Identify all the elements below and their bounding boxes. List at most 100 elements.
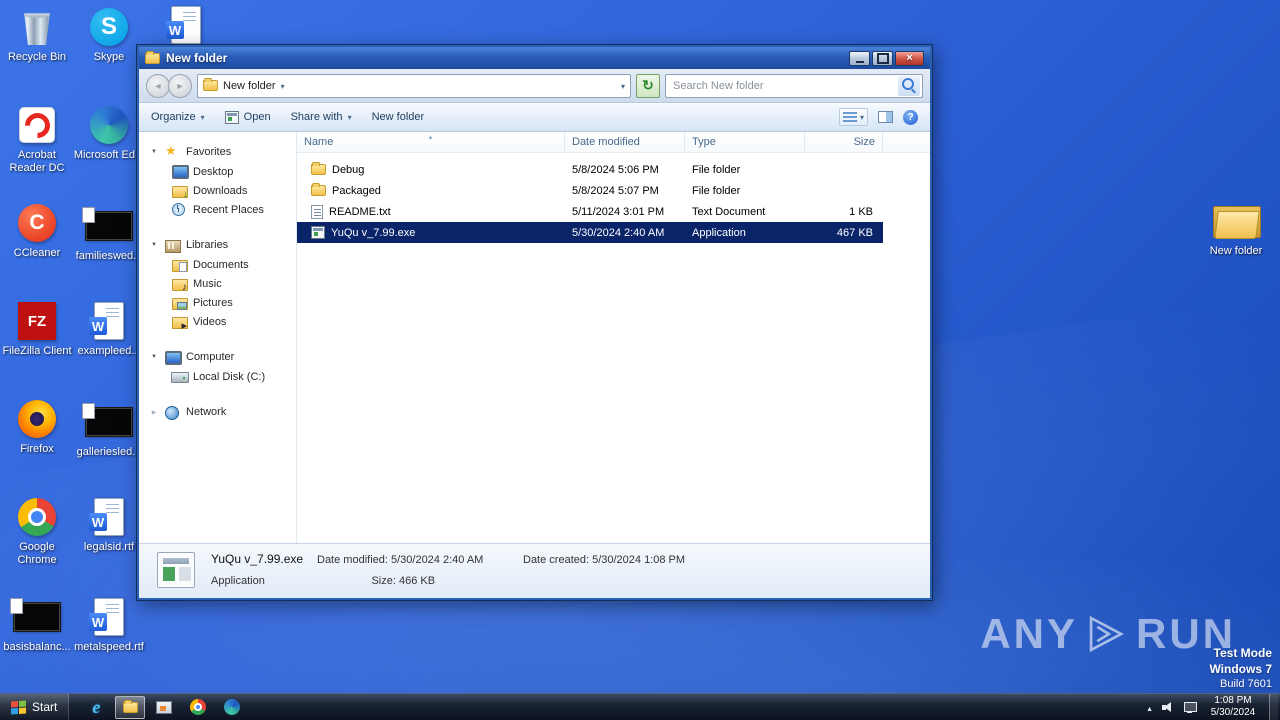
file-name-cell: README.txt <box>297 204 565 219</box>
share-with-label: Share with <box>290 111 343 123</box>
window-controls: × <box>849 50 924 66</box>
file-list: Name Date modified Type Size Debug 5/8/2… <box>297 132 930 543</box>
desktop-icon-firefox[interactable]: Firefox <box>0 398 75 456</box>
start-button[interactable]: Start <box>0 694 70 720</box>
word-document-icon <box>166 6 201 44</box>
share-with-button[interactable]: Share with <box>291 111 352 123</box>
file-row-selected[interactable]: YuQu v_7.99.exe 5/30/2024 2:40 AM Applic… <box>297 222 883 243</box>
desktop-icon-label: Firefox <box>20 443 54 455</box>
hidden-icons-button[interactable] <box>1146 698 1153 716</box>
anyrun-watermark: ANY RUN <box>980 610 1236 658</box>
file-row[interactable]: Packaged 5/8/2024 5:07 PM File folder <box>297 180 883 201</box>
edge-taskbar-button[interactable] <box>217 696 247 719</box>
column-header-blank[interactable] <box>883 132 930 152</box>
details-line-1: YuQu v_7.99.exe Date modified: 5/30/2024… <box>211 552 685 566</box>
chrome-taskbar-button[interactable] <box>183 696 213 719</box>
file-name-cell: Debug <box>297 162 565 176</box>
refresh-button[interactable] <box>636 73 660 98</box>
icon-frame <box>86 6 132 48</box>
internet-explorer-taskbar-button[interactable] <box>81 696 111 719</box>
internet-explorer-icon <box>92 697 100 718</box>
forward-button[interactable] <box>168 73 192 98</box>
minimize-button[interactable] <box>849 50 870 66</box>
desktop-icon-label: Skype <box>93 51 125 63</box>
new-folder-button[interactable]: New folder <box>372 111 425 123</box>
file-row[interactable]: Debug 5/8/2024 5:06 PM File folder <box>297 159 883 180</box>
open-button[interactable]: Open <box>224 110 271 124</box>
desktop-icon-metalspeed[interactable]: metalspeed.rtf <box>71 596 147 654</box>
expander-icon[interactable] <box>149 242 159 248</box>
recent-places-icon <box>171 202 188 217</box>
text-document-icon <box>311 204 323 219</box>
sidebar-group-network[interactable]: Network <box>139 402 296 422</box>
sidebar-item-music[interactable]: Music <box>139 274 296 293</box>
organize-button[interactable]: Organize <box>151 111 205 123</box>
open-label: Open <box>243 111 271 123</box>
file-name: Packaged <box>332 184 381 197</box>
column-header-type[interactable]: Type <box>685 132 805 152</box>
desktop-icon-exampleed[interactable]: exampleed... <box>71 300 147 358</box>
explorer-taskbar-button[interactable] <box>115 695 146 719</box>
desktop-icon-label: FileZilla Client <box>2 345 72 357</box>
file-row[interactable]: README.txt 5/11/2024 3:01 PM Text Docume… <box>297 201 883 222</box>
preview-pane-button[interactable] <box>878 111 893 123</box>
sidebar-item-label: Music <box>193 277 222 290</box>
address-history-chevron-icon[interactable] <box>621 80 625 92</box>
sidebar-item-label: Downloads <box>193 184 248 197</box>
sidebar-group-computer[interactable]: Computer <box>139 347 296 367</box>
sidebar-group-libraries[interactable]: Libraries <box>139 235 296 255</box>
views-button[interactable] <box>838 108 868 126</box>
search-box[interactable] <box>665 73 923 98</box>
document-thumbnail-icon <box>82 403 132 436</box>
back-button[interactable] <box>146 73 170 98</box>
desktop-icon-galleriesled[interactable]: galleriesled... <box>71 401 147 459</box>
computer-icon <box>164 350 182 365</box>
desktop-icon-document[interactable] <box>148 4 224 49</box>
expander-icon[interactable] <box>149 149 159 155</box>
column-header-size[interactable]: Size <box>805 132 883 152</box>
desktop-icon-acrobat[interactable]: Acrobat Reader DC <box>0 104 75 174</box>
sidebar-group-favorites[interactable]: Favorites <box>139 142 296 162</box>
desktop-monitor-icon <box>171 164 189 179</box>
taskbar-clock[interactable]: 1:08 PM 5/30/2024 <box>1206 695 1260 719</box>
expander-icon[interactable] <box>149 409 159 416</box>
address-bar[interactable]: New folder <box>197 73 631 98</box>
desktop-icon-new-folder[interactable]: New folder <box>1198 200 1274 258</box>
desktop-icon-chrome[interactable]: Google Chrome <box>0 496 75 566</box>
sidebar-item-desktop[interactable]: Desktop <box>139 162 296 181</box>
sidebar-item-pictures[interactable]: Pictures <box>139 293 296 312</box>
sidebar-item-local-disk-c[interactable]: Local Disk (C:) <box>139 367 296 386</box>
icon-frame <box>1213 200 1261 242</box>
show-desktop-button[interactable] <box>1269 694 1278 720</box>
file-modified: 5/11/2024 3:01 PM <box>572 205 665 218</box>
maximize-button[interactable] <box>872 50 893 66</box>
expander-icon[interactable] <box>149 354 159 360</box>
details-type: Application <box>211 575 265 587</box>
column-header-date-modified[interactable]: Date modified <box>565 132 685 152</box>
desktop-icon-ccleaner[interactable]: CCleaner <box>0 202 75 260</box>
clock-date: 5/30/2024 <box>1210 707 1256 718</box>
desktop-icon-skype[interactable]: Skype <box>71 6 147 64</box>
volume-icon[interactable] <box>1162 701 1175 713</box>
sidebar-group-label: Network <box>186 406 227 418</box>
desktop-icon-recycle-bin[interactable]: Recycle Bin <box>0 6 75 64</box>
close-button[interactable]: × <box>895 50 924 66</box>
desktop-icon-filezilla[interactable]: FileZilla Client <box>0 300 75 358</box>
search-icon[interactable] <box>898 75 920 96</box>
icon-frame <box>86 596 132 638</box>
sidebar-item-downloads[interactable]: Downloads <box>139 181 296 200</box>
column-header-name[interactable]: Name <box>297 132 565 152</box>
sidebar-item-documents[interactable]: Documents <box>139 255 296 274</box>
sidebar-item-recent-places[interactable]: Recent Places <box>139 200 296 219</box>
chevron-down-icon[interactable] <box>281 80 285 92</box>
desktop-icon-microsoft-edge[interactable]: Microsoft Ed... <box>71 104 147 162</box>
network-icon[interactable] <box>1184 701 1197 713</box>
sidebar-item-videos[interactable]: Videos <box>139 312 296 332</box>
search-input[interactable] <box>673 79 898 92</box>
app-taskbar-button[interactable] <box>149 696 179 719</box>
window-titlebar[interactable]: New folder × <box>139 47 930 69</box>
help-button[interactable] <box>903 109 918 125</box>
desktop-icon-basisbalanc[interactable]: basisbalanc... <box>0 596 75 654</box>
desktop-icon-legalsid[interactable]: legalsid.rtf <box>71 496 147 554</box>
desktop-icon-familieswed[interactable]: familieswed... <box>71 205 147 263</box>
